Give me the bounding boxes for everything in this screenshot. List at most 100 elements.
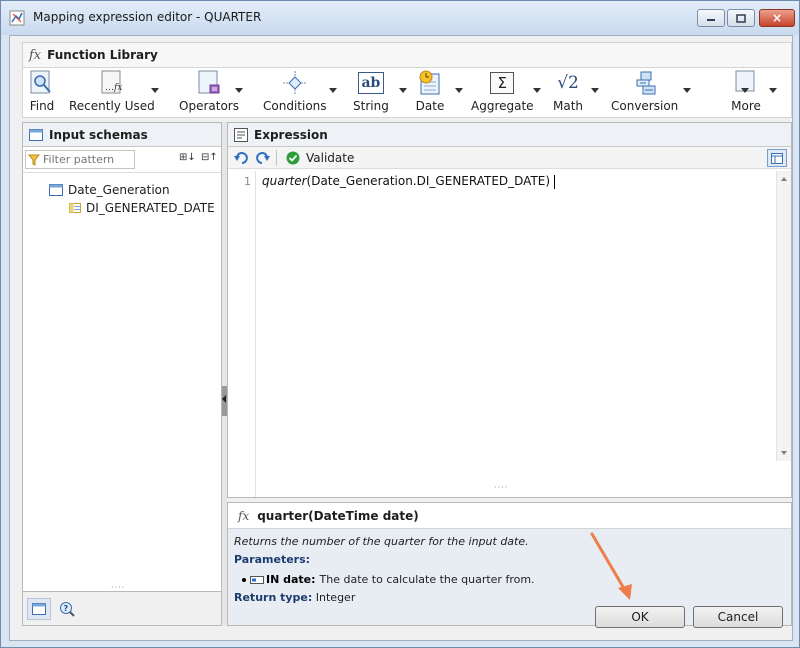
fx-icon: fx	[29, 47, 42, 63]
string-dropdown[interactable]	[399, 88, 407, 93]
sigma-glyph: Σ	[497, 74, 508, 92]
filter-funnel-icon	[28, 154, 40, 166]
schemas-view-button[interactable]	[27, 598, 51, 620]
conversion-button[interactable]: Conversion	[611, 70, 678, 114]
return-type-line: Return type: Integer	[234, 591, 355, 604]
string-ab-glyph: ab	[361, 75, 381, 91]
math-button[interactable]: √2 Math	[553, 70, 583, 114]
input-schemas-footer: ?	[22, 592, 222, 626]
function-library-title: Function Library	[47, 48, 158, 62]
string-button[interactable]: ab String	[353, 70, 389, 114]
aggregate-dropdown[interactable]	[533, 88, 541, 93]
column-field-icon	[69, 203, 81, 213]
editor-resize-grip[interactable]: ····	[494, 483, 508, 492]
string-label: String	[353, 99, 389, 113]
schema-table-icon	[32, 603, 46, 615]
maximize-button[interactable]	[727, 9, 755, 27]
conversion-dropdown[interactable]	[683, 88, 691, 93]
cancel-button[interactable]: Cancel	[693, 606, 783, 628]
sqrt-icon: √2	[553, 70, 583, 96]
recent-fx-icon: …fx	[97, 70, 127, 96]
function-signature: quarter(DateTime date)	[257, 508, 419, 523]
undo-icon	[234, 152, 248, 164]
expression-editor-app-icon	[9, 10, 25, 26]
collapse-left-arrow-icon[interactable]	[222, 395, 226, 403]
close-icon: ×	[771, 11, 783, 25]
expression-code-editor[interactable]: 1 quarter(Date_Generation.DI_GENERATED_D…	[228, 171, 791, 497]
scroll-up-arrow-icon[interactable]	[781, 177, 787, 181]
left-panel-resize-grip[interactable]: ····	[111, 583, 125, 592]
parameters-label: Parameters:	[234, 553, 311, 566]
filter-row: ⊞↓ ⊟↑	[23, 147, 221, 173]
tree-item-label: Date_Generation	[68, 183, 170, 197]
conditions-button[interactable]: Conditions	[263, 70, 327, 114]
parameter-input-icon	[250, 575, 264, 584]
annotation-arrow-icon	[590, 532, 632, 600]
function-description: Returns the number of the quarter for th…	[234, 535, 529, 548]
expression-header: Expression	[228, 123, 791, 147]
input-schemas-title: Input schemas	[49, 127, 148, 142]
parameter-name: IN date:	[266, 573, 316, 586]
filter-pattern-input[interactable]	[43, 153, 129, 166]
date-button[interactable]: Date	[415, 70, 445, 114]
operators-icon	[194, 70, 224, 96]
collapse-all-icon[interactable]: ⊟↑	[201, 152, 218, 163]
scroll-down-arrow-icon[interactable]	[781, 451, 787, 455]
tree-item-label: DI_GENERATED_DATE	[86, 201, 215, 215]
find-button[interactable]: Find	[27, 70, 57, 114]
text-caret	[554, 174, 556, 189]
svg-text:…fx: …fx	[105, 83, 122, 93]
magnifier-icon	[27, 70, 57, 96]
expression-editor-icon	[234, 127, 248, 142]
operators-dropdown[interactable]	[235, 88, 243, 93]
aggregate-button[interactable]: Σ Aggregate	[471, 70, 534, 114]
code-function-name: quarter	[262, 174, 307, 188]
find-label: Find	[29, 99, 55, 113]
redo-button[interactable]	[256, 150, 270, 166]
line-number: 1	[244, 175, 251, 188]
ok-button[interactable]: OK	[595, 606, 685, 628]
schema-table-icon	[29, 128, 43, 141]
mapping-expression-editor-window: Mapping expression editor - QUARTER × fx…	[0, 0, 800, 648]
expand-all-icon[interactable]: ⊞↓	[179, 152, 196, 163]
date-clock-icon	[415, 70, 445, 96]
parameters-heading: Parameters:	[234, 553, 310, 566]
editor-vertical-scrollbar[interactable]	[776, 171, 791, 461]
undo-button[interactable]	[234, 150, 248, 166]
function-library-header: fx Function Library	[22, 42, 792, 68]
recently-used-dropdown[interactable]	[151, 88, 159, 93]
tree-item-date-generation[interactable]: Date_Generation	[49, 183, 170, 197]
date-dropdown[interactable]	[455, 88, 463, 93]
operators-label: Operators	[179, 99, 239, 113]
aggregate-label: Aggregate	[471, 99, 534, 113]
tree-item-di-generated-date[interactable]: DI_GENERATED_DATE	[69, 201, 215, 215]
math-dropdown[interactable]	[591, 88, 599, 93]
title-bar[interactable]: Mapping expression editor - QUARTER ×	[1, 1, 799, 35]
toggle-layout-button[interactable]	[767, 149, 787, 167]
close-button[interactable]: ×	[759, 9, 795, 27]
expression-toolbar: Validate	[228, 147, 791, 169]
minimize-button[interactable]	[697, 9, 725, 27]
sigma-icon: Σ	[490, 72, 515, 94]
conversion-label: Conversion	[611, 99, 679, 113]
validate-button[interactable]: Validate	[286, 150, 354, 166]
more-dropdown[interactable]	[769, 88, 777, 93]
conditions-dropdown[interactable]	[329, 88, 337, 93]
line-number-gutter: 1	[228, 171, 256, 497]
operators-button[interactable]: Operators	[179, 70, 239, 114]
validate-label: Validate	[306, 151, 355, 165]
dialog-client-area: fx Function Library Find …fx Recently Us…	[9, 35, 793, 641]
return-type-value: Integer	[315, 591, 356, 604]
redo-icon	[256, 152, 270, 164]
recently-used-button[interactable]: …fx Recently Used	[69, 70, 155, 114]
expression-code-line[interactable]: quarter(Date_Generation.DI_GENERATED_DAT…	[262, 174, 556, 189]
filter-box[interactable]	[25, 150, 135, 169]
more-button[interactable]: More	[731, 70, 761, 114]
schema-table-icon	[49, 184, 63, 196]
conversion-icon	[630, 70, 660, 96]
parameters-view-button[interactable]: ?	[55, 598, 79, 620]
svg-text:?: ?	[64, 604, 69, 613]
more-label: More	[731, 99, 761, 113]
bullet-icon	[242, 577, 246, 582]
date-label: Date	[415, 99, 445, 113]
